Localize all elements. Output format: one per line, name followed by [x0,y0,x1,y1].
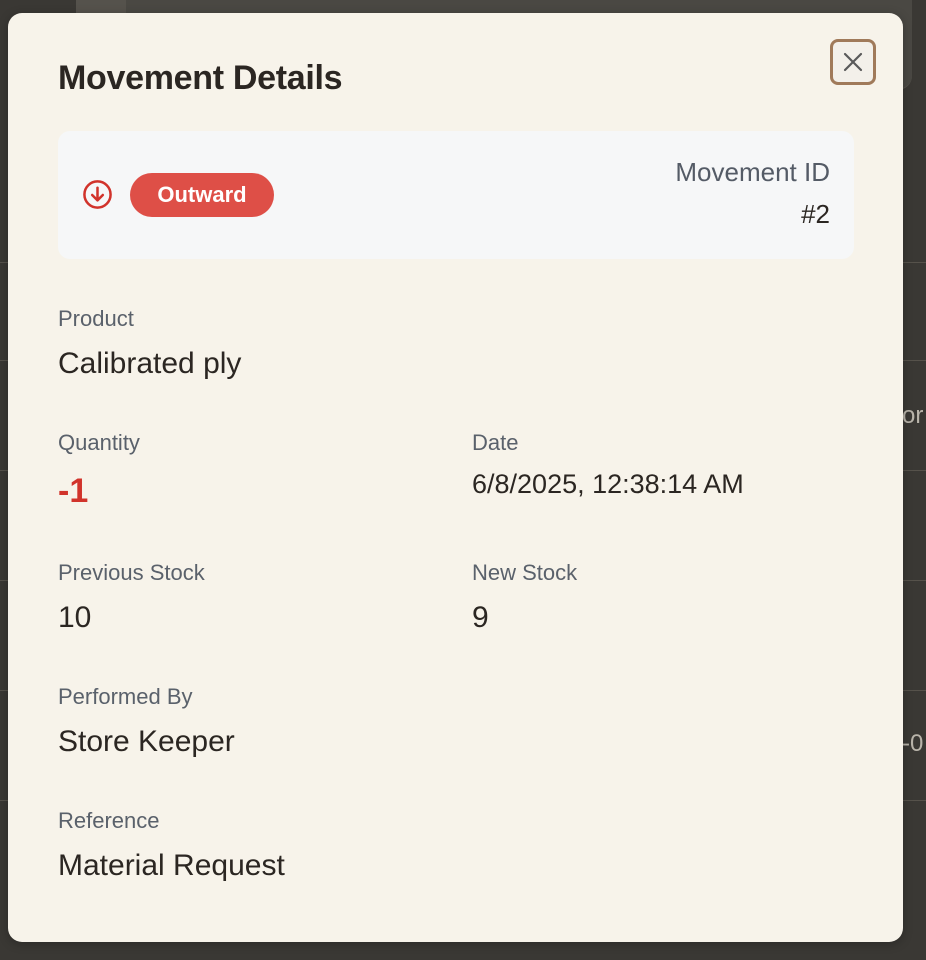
performed-by-label: Performed By [58,684,193,709]
close-icon [843,52,863,72]
date-label: Date [472,430,519,455]
movement-details-modal: Movement Details Outward Movement ID #2 … [8,13,903,942]
previous-stock-label: Previous Stock [58,560,205,585]
quantity-label: Quantity [58,430,140,455]
movement-id-label: Movement ID [675,157,830,187]
product-label: Product [58,306,134,331]
movement-type-badge: Outward [130,173,274,217]
quantity-value: -1 [58,472,89,510]
reference-value: Material Request [58,849,285,882]
new-stock-value: 9 [472,601,489,634]
background-cell-text: or [902,402,924,429]
product-value: Calibrated ply [58,347,242,380]
date-value: 6/8/2025, 12:38:14 AM [472,469,744,499]
reference-label: Reference [58,808,160,833]
previous-stock-value: 10 [58,601,92,634]
new-stock-label: New Stock [472,560,578,585]
movement-summary-card: Outward Movement ID #2 [58,131,854,259]
modal-title: Movement Details [58,59,343,97]
performed-by-value: Store Keeper [58,725,235,758]
arrow-down-circle-icon [83,180,112,209]
movement-id-value: #2 [801,199,830,229]
close-button[interactable] [830,39,876,85]
background-cell-text: -0 [902,730,924,757]
